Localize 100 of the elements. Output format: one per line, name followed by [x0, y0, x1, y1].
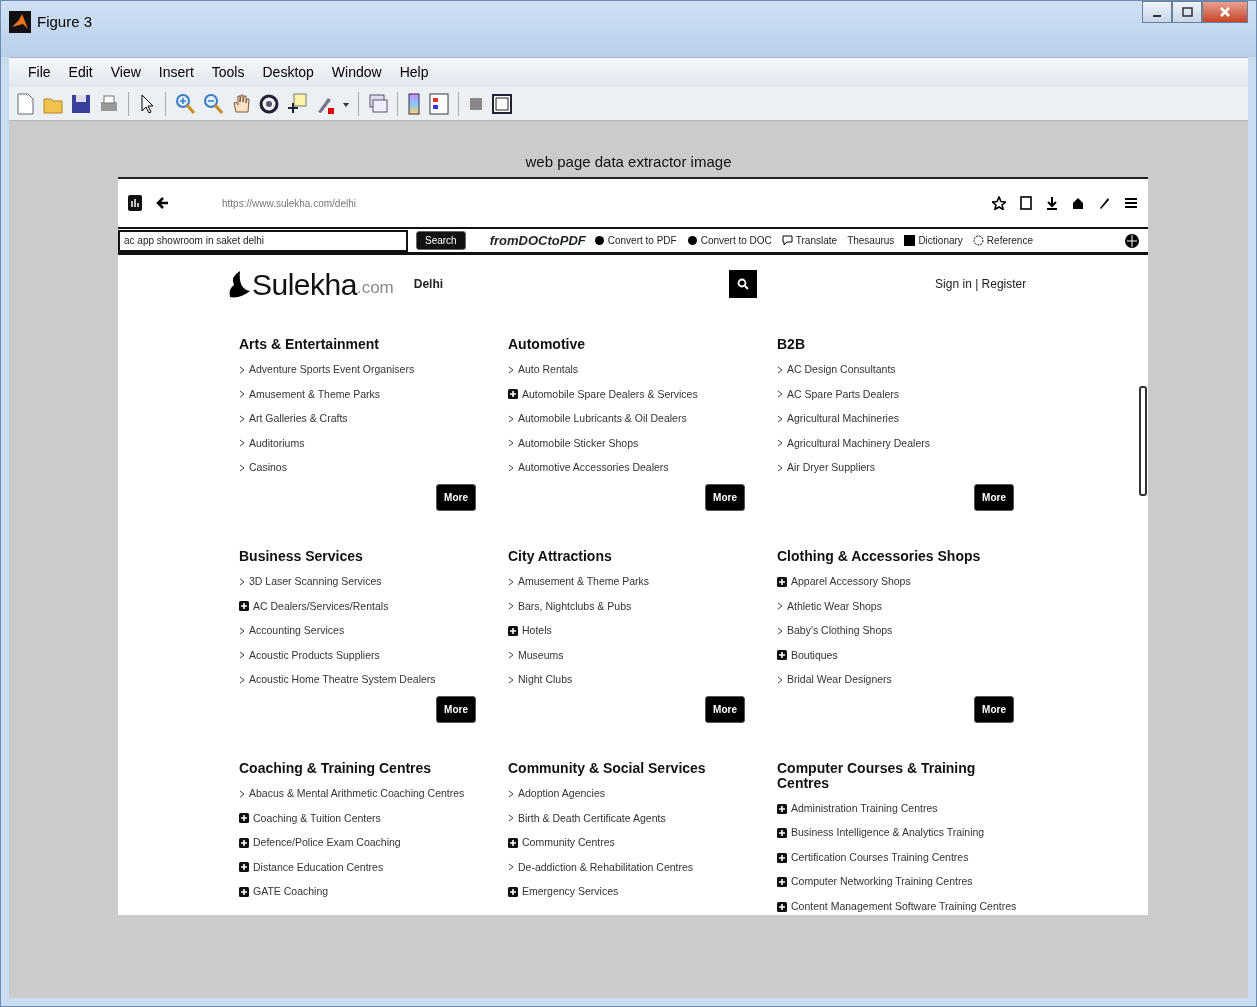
city-label[interactable]: Delhi — [413, 275, 444, 293]
legend-icon[interactable] — [427, 90, 451, 117]
plus-box-icon — [508, 625, 518, 636]
category-link[interactable]: Air Dryer Suppliers — [787, 460, 876, 476]
category-link[interactable]: Automobile Lubricants & Oil Dealers — [518, 411, 687, 427]
more-button[interactable]: More — [436, 484, 476, 512]
category-title[interactable]: Coaching & Training Centres — [239, 761, 467, 776]
site-logo[interactable]: Sulekha — [252, 261, 357, 307]
category-link[interactable]: Adoption Agencies — [518, 786, 605, 802]
pen-icon[interactable] — [1098, 196, 1110, 210]
minimize-button[interactable] — [1142, 1, 1172, 23]
category-title[interactable]: B2B — [777, 337, 1005, 352]
category-link[interactable]: Administration Training Centres — [791, 800, 938, 817]
category-link[interactable]: Auditoriums — [249, 435, 305, 452]
menu-item[interactable]: View — [101, 62, 150, 83]
category-link[interactable]: Coaching & Tuition Centers — [253, 810, 381, 827]
menu-item[interactable]: File — [19, 62, 60, 83]
maximize-button[interactable] — [1172, 1, 1202, 23]
category-link[interactable]: Automotive Accessories Dealers — [518, 460, 669, 476]
category-link[interactable]: Computer Networking Training Centres — [791, 874, 973, 890]
window-title: Figure 3 — [37, 12, 93, 32]
more-button[interactable]: More — [974, 484, 1014, 512]
category-link[interactable]: Amusement & Theme Parks — [518, 574, 650, 590]
category-link[interactable]: Hotels — [522, 623, 552, 639]
menu-icon[interactable] — [1124, 196, 1138, 210]
category-link[interactable]: Business Intelligence & Analytics Training — [791, 825, 985, 841]
scroll-thumb[interactable] — [1139, 386, 1147, 496]
category-link[interactable]: Bridal Wear Designers — [787, 672, 892, 688]
category-link[interactable]: Defence/Police Exam Coaching — [253, 835, 401, 851]
category-title[interactable]: Automotive — [508, 337, 736, 352]
category-link[interactable]: AC Dealers/Services/Rentals — [253, 598, 389, 615]
menu-item[interactable]: Insert — [149, 62, 203, 83]
category-link[interactable]: Certification Courses Training Centres — [791, 849, 969, 866]
category-title[interactable]: City Attractions — [508, 549, 736, 564]
category-link[interactable]: Birth & Death Certificate Agents — [518, 810, 666, 827]
url-text[interactable]: https://www.sulekha.com/delhi — [222, 195, 356, 211]
category-link[interactable]: Boutiques — [791, 647, 838, 664]
star-icon[interactable] — [992, 196, 1006, 210]
category-link[interactable]: AC Design Consultants — [787, 362, 896, 378]
back-arrow-icon[interactable] — [156, 196, 170, 210]
category-title[interactable]: Computer Courses & Training Centres — [777, 761, 1005, 791]
toolbar-link[interactable]: Thesaurus — [847, 233, 895, 248]
toolbar-link[interactable]: Dictionary — [918, 233, 963, 248]
category-link[interactable]: Acoustic Home Theatre System Dealers — [249, 672, 436, 688]
home-icon[interactable] — [1072, 196, 1084, 210]
category-link[interactable]: Automobile Sticker Shops — [518, 435, 639, 452]
menu-item[interactable]: Edit — [59, 62, 102, 83]
category-title[interactable]: Business Services — [239, 549, 467, 564]
toolbar-link[interactable]: Convert to PDF — [607, 233, 677, 248]
sign-in-link[interactable]: Sign in | Register — [935, 275, 1027, 293]
category-link[interactable]: Agricultural Machineries — [787, 411, 900, 427]
category-title[interactable]: Community & Social Services — [508, 761, 736, 776]
category-link[interactable]: Athletic Wear Shops — [787, 598, 882, 615]
category-link[interactable]: De-addiction & Rehabilitation Centres — [518, 859, 694, 876]
category-link[interactable]: GATE Coaching — [253, 884, 329, 900]
chevron-icon — [239, 414, 245, 423]
menu-item[interactable]: Desktop — [253, 62, 323, 83]
chevron-icon — [777, 390, 783, 399]
download-icon[interactable] — [1046, 196, 1058, 210]
more-button[interactable]: More — [974, 696, 1014, 724]
reader-icon[interactable] — [1020, 196, 1032, 210]
plus-box-icon — [777, 901, 787, 912]
category-link[interactable]: Acoustic Products Suppliers — [249, 647, 380, 664]
more-button[interactable]: More — [705, 696, 745, 724]
category-link[interactable]: Adventure Sports Event Organisers — [249, 362, 415, 378]
category-link[interactable]: Community Centres — [522, 835, 615, 851]
category-link[interactable]: Amusement & Theme Parks — [249, 386, 381, 403]
toolbar-link[interactable]: Reference — [986, 233, 1033, 248]
category-title[interactable]: Arts & Entertainment — [239, 337, 467, 352]
more-button[interactable]: More — [436, 696, 476, 724]
menu-item[interactable]: Help — [390, 62, 438, 83]
category-link[interactable]: Accounting Services — [249, 623, 345, 639]
menu-item[interactable]: Tools — [202, 62, 254, 83]
category-link[interactable]: Bars, Nightclubs & Pubs — [518, 598, 632, 615]
category-link[interactable]: Night Clubs — [518, 672, 573, 688]
more-button[interactable]: More — [705, 484, 745, 512]
category-link[interactable]: Content Management Software Training Centres — [791, 898, 1017, 915]
close-button[interactable] — [1202, 1, 1248, 23]
category-link[interactable]: 3D Laser Scanning Services — [249, 574, 382, 590]
category-link[interactable]: Baby's Clothing Shops — [787, 623, 893, 639]
category-link[interactable]: Distance Education Centres — [253, 859, 384, 876]
chevron-icon — [239, 439, 245, 448]
toolbar-link[interactable]: Translate — [795, 233, 838, 248]
colorbar-icon[interactable] — [405, 90, 423, 117]
category-link[interactable]: Museums — [518, 647, 564, 664]
category-link[interactable]: Abacus & Mental Arithmetic Coaching Centres — [249, 786, 465, 802]
category-link[interactable]: Automobile Spare Dealers & Services — [522, 386, 698, 403]
search-button[interactable] — [729, 270, 758, 298]
category-link[interactable]: AC Spare Parts Dealers — [787, 386, 900, 403]
search-field[interactable]: ac app showroom in saket delhi — [118, 229, 408, 252]
category-link[interactable]: Auto Rentals — [518, 362, 579, 378]
category-link[interactable]: Apparel Accessory Shops — [791, 574, 911, 590]
search-button[interactable]: Search — [416, 231, 466, 250]
menu-item[interactable]: Window — [322, 62, 391, 83]
category-link[interactable]: Casinos — [249, 460, 287, 476]
toolbar-link[interactable]: Convert to DOC — [700, 233, 772, 248]
category-link[interactable]: Art Galleries & Crafts — [249, 411, 348, 427]
category-title[interactable]: Clothing & Accessories Shops — [777, 549, 1005, 564]
category-link[interactable]: Emergency Services — [522, 884, 619, 900]
category-link[interactable]: Agricultural Machinery Dealers — [787, 435, 930, 452]
